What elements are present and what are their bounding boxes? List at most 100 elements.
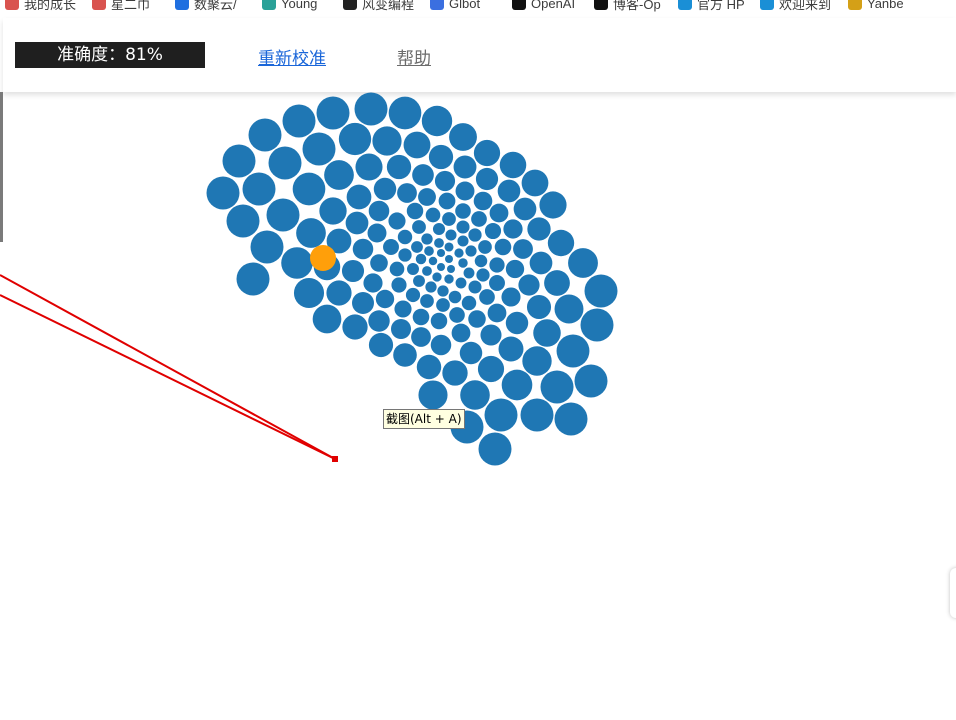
calibration-dot[interactable] bbox=[448, 290, 462, 304]
calibration-dot[interactable] bbox=[520, 398, 554, 432]
calibration-dot[interactable] bbox=[293, 277, 325, 309]
calibration-dot[interactable] bbox=[455, 181, 475, 201]
calibration-dot[interactable] bbox=[554, 402, 588, 436]
calibration-dot[interactable] bbox=[501, 287, 521, 307]
calibration-dot[interactable] bbox=[416, 354, 442, 380]
calibration-dot[interactable] bbox=[436, 298, 450, 312]
calibration-dot[interactable] bbox=[352, 238, 374, 260]
calibration-dot[interactable] bbox=[438, 192, 456, 210]
calibration-dot[interactable] bbox=[413, 275, 425, 287]
calibration-dot[interactable] bbox=[391, 277, 407, 293]
calibration-dot[interactable] bbox=[473, 139, 501, 167]
calibration-dot[interactable] bbox=[455, 203, 471, 219]
calibration-dot[interactable] bbox=[394, 300, 412, 318]
calibration-dot[interactable] bbox=[477, 355, 505, 383]
calibration-dot[interactable] bbox=[547, 229, 575, 257]
calibration-dot[interactable] bbox=[475, 167, 499, 191]
calibration-dot[interactable] bbox=[513, 197, 537, 221]
calibration-dot[interactable] bbox=[354, 92, 388, 126]
calibration-dot[interactable] bbox=[451, 323, 471, 343]
calibration-dot[interactable] bbox=[468, 228, 482, 242]
calibration-dot[interactable] bbox=[456, 220, 470, 234]
calibration-dot[interactable] bbox=[442, 360, 468, 386]
calibration-dot[interactable] bbox=[489, 203, 509, 223]
calibration-dot[interactable] bbox=[428, 144, 454, 170]
calibration-dot[interactable] bbox=[373, 177, 397, 201]
calibration-dot[interactable] bbox=[397, 183, 417, 203]
calibration-dot[interactable] bbox=[412, 220, 426, 234]
calibration-dot[interactable] bbox=[411, 241, 423, 253]
calibration-dot[interactable] bbox=[434, 170, 456, 192]
calibration-dot[interactable] bbox=[430, 334, 452, 356]
calibration-dot[interactable] bbox=[568, 248, 598, 278]
calibration-dot[interactable] bbox=[319, 197, 347, 225]
calibration-dot[interactable] bbox=[471, 211, 487, 227]
active-calibration-dot[interactable] bbox=[310, 245, 336, 271]
calibration-dot[interactable] bbox=[281, 247, 313, 279]
calibration-dot[interactable] bbox=[556, 334, 590, 368]
calibration-dot[interactable] bbox=[375, 289, 395, 309]
calibration-dot[interactable] bbox=[432, 272, 442, 282]
calibration-dot[interactable] bbox=[428, 256, 438, 266]
calibration-dot[interactable] bbox=[206, 176, 240, 210]
calibration-dot[interactable] bbox=[478, 432, 512, 466]
calibration-dot[interactable] bbox=[499, 151, 527, 179]
calibration-dot[interactable] bbox=[473, 191, 493, 211]
calibration-dot[interactable] bbox=[478, 240, 492, 254]
calibration-dot[interactable] bbox=[292, 172, 326, 206]
calibration-dot[interactable] bbox=[383, 239, 399, 255]
calibration-dot[interactable] bbox=[434, 238, 444, 248]
calibration-dot[interactable] bbox=[302, 132, 336, 166]
calibration-dot[interactable] bbox=[397, 229, 413, 245]
calibration-dot[interactable] bbox=[489, 275, 505, 291]
calibration-dot[interactable] bbox=[368, 200, 390, 222]
calibration-dot[interactable] bbox=[503, 219, 523, 239]
calibration-dot[interactable] bbox=[539, 191, 567, 219]
calibration-dot[interactable] bbox=[487, 303, 507, 323]
calibration-dot[interactable] bbox=[324, 160, 354, 190]
calibration-dot[interactable] bbox=[449, 307, 465, 323]
calibration-dot[interactable] bbox=[521, 169, 549, 197]
calibration-dot[interactable] bbox=[312, 304, 342, 334]
calibration-dot[interactable] bbox=[248, 118, 282, 152]
calibration-dot[interactable] bbox=[529, 251, 553, 275]
calibration-dot[interactable] bbox=[421, 105, 453, 137]
calibration-dot[interactable] bbox=[518, 274, 540, 296]
calibration-dot[interactable] bbox=[368, 310, 390, 332]
calibration-dot[interactable] bbox=[342, 314, 368, 340]
calibration-dot[interactable] bbox=[580, 308, 614, 342]
calibration-dot[interactable] bbox=[250, 230, 284, 264]
calibration-dot[interactable] bbox=[494, 238, 512, 256]
calibration-dot[interactable] bbox=[479, 289, 495, 305]
calibration-dot[interactable] bbox=[406, 202, 424, 220]
calibration-dot[interactable] bbox=[346, 184, 372, 210]
calibration-dot[interactable] bbox=[341, 259, 365, 283]
calibration-dot[interactable] bbox=[489, 257, 505, 273]
calibration-dot[interactable] bbox=[415, 253, 427, 265]
calibration-dot[interactable] bbox=[418, 380, 448, 410]
calibration-dot[interactable] bbox=[398, 248, 412, 262]
calibration-dot[interactable] bbox=[458, 258, 468, 268]
calibration-dot[interactable] bbox=[437, 263, 445, 271]
calibration-dot[interactable] bbox=[468, 280, 482, 294]
calibration-dot[interactable] bbox=[316, 96, 350, 130]
calibration-dot[interactable] bbox=[574, 364, 608, 398]
calibration-dot[interactable] bbox=[282, 104, 316, 138]
calibration-dot[interactable] bbox=[388, 96, 422, 130]
calibration-dot[interactable] bbox=[388, 212, 406, 230]
calibration-dot[interactable] bbox=[345, 211, 369, 235]
calibration-dot[interactable] bbox=[449, 123, 477, 151]
calibration-dot[interactable] bbox=[444, 274, 454, 284]
calibration-dot[interactable] bbox=[505, 311, 529, 335]
calibration-dot[interactable] bbox=[445, 229, 457, 241]
calibration-dot[interactable] bbox=[403, 131, 431, 159]
calibration-dot[interactable] bbox=[513, 239, 533, 259]
calibration-dot[interactable] bbox=[338, 122, 372, 156]
calibration-dot[interactable] bbox=[236, 262, 270, 296]
calibration-dot[interactable] bbox=[554, 294, 584, 324]
calibration-dot[interactable] bbox=[476, 268, 490, 282]
calibration-dot[interactable] bbox=[484, 398, 518, 432]
calibration-dot[interactable] bbox=[425, 281, 437, 293]
calibration-dot[interactable] bbox=[442, 212, 456, 226]
calibration-dot[interactable] bbox=[405, 287, 421, 303]
